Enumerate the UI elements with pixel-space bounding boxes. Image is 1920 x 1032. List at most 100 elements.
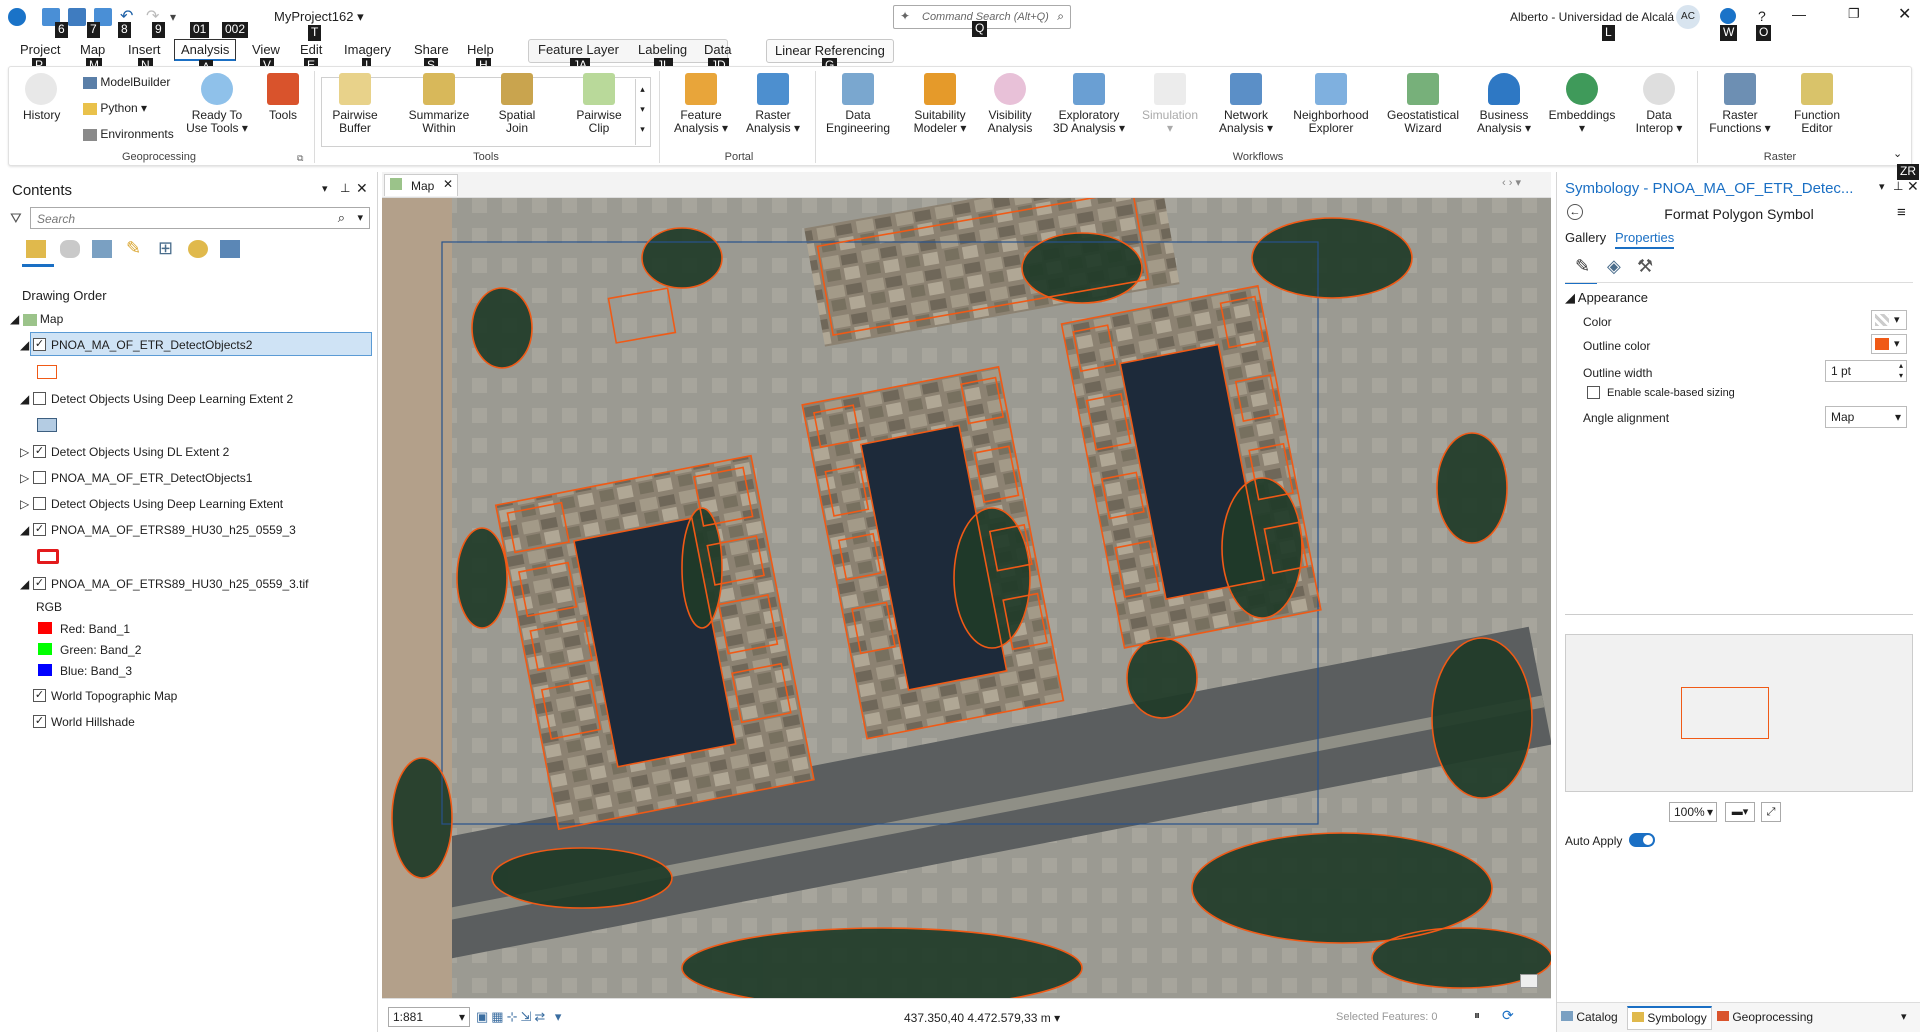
tab-project[interactable]: Project <box>20 42 60 57</box>
restore-icon[interactable]: ❐ <box>1848 6 1860 22</box>
tab-help[interactable]: Help <box>467 42 494 57</box>
pairwise-buffer-button[interactable]: Pairwise Buffer <box>327 73 383 135</box>
chevron-down-icon[interactable]: ▾ <box>357 211 363 224</box>
pane-options-icon[interactable]: ▾ <box>1879 180 1885 193</box>
customize-toolbar-icon[interactable]: ▾ <box>170 8 188 26</box>
business-analysis-button[interactable]: Business Analysis ▾ <box>1475 73 1533 135</box>
layer-name[interactable]: PNOA_MA_OF_ETRS89_HU30_h25_0559_3 <box>51 523 296 537</box>
symbol-brush-icon[interactable]: ✎ <box>1575 256 1590 277</box>
dialog-launcher-icon[interactable]: ⧉ <box>297 153 303 164</box>
expand-icon[interactable]: ▷ <box>20 445 29 459</box>
network-analysis-button[interactable]: Network Analysis ▾ <box>1215 73 1277 135</box>
layer-checkbox[interactable]: ✓ <box>33 577 46 590</box>
preview-options-icon[interactable]: ⤢ <box>1761 802 1781 822</box>
environments-button[interactable]: Environments <box>83 127 174 141</box>
tab-feature-layer[interactable]: Feature Layer <box>538 42 619 57</box>
layer-name[interactable]: Detect Objects Using Deep Learning Exten… <box>51 392 293 406</box>
green-swatch[interactable] <box>38 643 52 655</box>
zoom-select[interactable]: 100% ▾ <box>1669 802 1717 822</box>
list-by-drawing-order-icon[interactable] <box>26 240 46 258</box>
tab-catalog[interactable]: Catalog <box>1561 1010 1618 1024</box>
list-by-selection-icon[interactable] <box>92 240 112 258</box>
scale-sizing-checkbox[interactable] <box>1587 386 1600 399</box>
expand-icon[interactable]: ◢ <box>20 523 29 537</box>
spatial-join-button[interactable]: Spatial Join <box>489 73 545 135</box>
list-by-labeling-icon[interactable] <box>188 240 208 258</box>
expand-icon[interactable]: ▷ <box>20 471 29 485</box>
function-editor-button[interactable]: Function Editor <box>1787 73 1847 135</box>
minimize-icon[interactable]: — <box>1792 6 1806 22</box>
color-picker[interactable]: ▾ <box>1871 310 1907 330</box>
list-by-source-icon[interactable] <box>60 240 80 258</box>
layers-icon[interactable]: ◈ <box>1607 256 1621 277</box>
layer-checkbox[interactable] <box>33 392 46 405</box>
ready-to-use-tools-button[interactable]: Ready To Use Tools ▾ <box>185 73 249 135</box>
menu-icon[interactable]: ≡ <box>1897 204 1906 221</box>
tab-symbology[interactable]: Symbology <box>1627 1006 1712 1030</box>
open-project-icon[interactable] <box>68 8 86 26</box>
layer-name[interactable]: PNOA_MA_OF_ETRS89_HU30_h25_0559_3.tif <box>51 577 308 591</box>
angle-alignment-select[interactable]: Map ▾ <box>1825 406 1907 428</box>
tools-button[interactable]: Tools <box>265 73 301 122</box>
avatar[interactable]: AC <box>1676 5 1700 29</box>
notifications-icon[interactable] <box>1720 8 1736 24</box>
tab-share[interactable]: Share <box>414 42 449 57</box>
map-notes-icon[interactable] <box>1520 974 1538 988</box>
project-name[interactable]: MyProject162 ▾ <box>274 9 364 25</box>
tab-properties[interactable]: Properties <box>1615 230 1675 249</box>
layer-symbol[interactable] <box>37 365 57 379</box>
map-view[interactable] <box>382 198 1551 998</box>
layer-checkbox[interactable] <box>33 471 46 484</box>
collapse-ribbon-icon[interactable]: ⌄ <box>1893 147 1902 160</box>
list-by-perspective-icon[interactable] <box>220 240 240 258</box>
layer-checkbox[interactable]: ✓ <box>33 338 46 351</box>
pin-icon[interactable]: ⊥ <box>340 181 350 195</box>
refresh-icon[interactable]: ⟳ <box>1502 1007 1514 1024</box>
layer-checkbox[interactable]: ✓ <box>33 715 46 728</box>
pause-drawing-icon[interactable]: ⏸ <box>1474 1008 1480 1023</box>
outline-width-input[interactable]: 1 pt ▴ ▾ <box>1825 360 1907 382</box>
map-imagery[interactable] <box>382 198 1551 998</box>
expand-icon[interactable]: ◢ <box>20 338 29 352</box>
python-button[interactable]: Python ▾ <box>83 101 147 115</box>
auto-apply-toggle[interactable] <box>1629 833 1655 847</box>
help-icon[interactable]: ? <box>1758 8 1766 24</box>
layer-symbol[interactable] <box>37 418 57 432</box>
layer-checkbox[interactable]: ✓ <box>33 445 46 458</box>
pairwise-clip-button[interactable]: Pairwise Clip <box>569 73 629 135</box>
list-by-snapping-icon[interactable]: ⊞ <box>158 238 173 259</box>
background-select[interactable]: ▬▾ <box>1725 802 1755 822</box>
tab-gallery[interactable]: Gallery <box>1565 230 1606 245</box>
tab-labeling[interactable]: Labeling <box>638 42 687 57</box>
tab-data[interactable]: Data <box>704 42 731 57</box>
layer-name[interactable]: PNOA_MA_OF_ETR_DetectObjects1 <box>51 471 252 485</box>
tab-geoprocessing[interactable]: Geoprocessing <box>1717 1010 1813 1024</box>
neighborhood-explorer-button[interactable]: Neighborhood Explorer <box>1291 73 1371 135</box>
feature-analysis-button[interactable]: Feature Analysis ▾ <box>669 73 733 135</box>
expand-icon[interactable]: ◢ <box>20 392 29 406</box>
close-tab-icon[interactable]: ✕ <box>443 177 453 191</box>
close-pane-icon[interactable]: ✕ <box>1907 178 1919 195</box>
data-interop-button[interactable]: Data Interop ▾ <box>1627 73 1691 135</box>
red-swatch[interactable] <box>38 622 52 634</box>
suitability-modeler-button[interactable]: Suitability Modeler ▾ <box>907 73 973 135</box>
exploratory-3d-analysis-button[interactable]: Exploratory 3D Analysis ▾ <box>1051 73 1127 135</box>
visibility-analysis-button[interactable]: Visibility Analysis <box>981 73 1039 135</box>
layer-checkbox[interactable]: ✓ <box>33 689 46 702</box>
chevron-down-icon[interactable]: ▾ <box>1901 1010 1907 1023</box>
tab-view[interactable]: View <box>252 42 280 57</box>
layer-symbol[interactable] <box>37 549 59 564</box>
wrench-icon[interactable]: ⚒ <box>1637 256 1653 277</box>
close-icon[interactable]: ✕ <box>1898 4 1911 24</box>
pane-options-icon[interactable]: ▾ <box>322 182 328 195</box>
tab-map[interactable]: Map <box>80 42 105 57</box>
list-by-editing-icon[interactable]: ✎ <box>126 238 141 259</box>
gallery-scroll[interactable]: ▴ ▾ ▾ <box>635 79 649 145</box>
layer-name[interactable]: PNOA_MA_OF_ETR_DetectObjects2 <box>51 338 252 352</box>
filter-icon[interactable]: ⛛ <box>10 210 22 227</box>
history-button[interactable]: History <box>23 73 60 122</box>
tab-insert[interactable]: Insert <box>128 42 161 57</box>
map-tools-icons[interactable]: ▣▦⊹⇲⇄ ▾ <box>476 1009 564 1025</box>
simulation-button[interactable]: Simulation ▾ <box>1139 73 1201 135</box>
close-pane-icon[interactable]: ✕ <box>356 180 368 197</box>
